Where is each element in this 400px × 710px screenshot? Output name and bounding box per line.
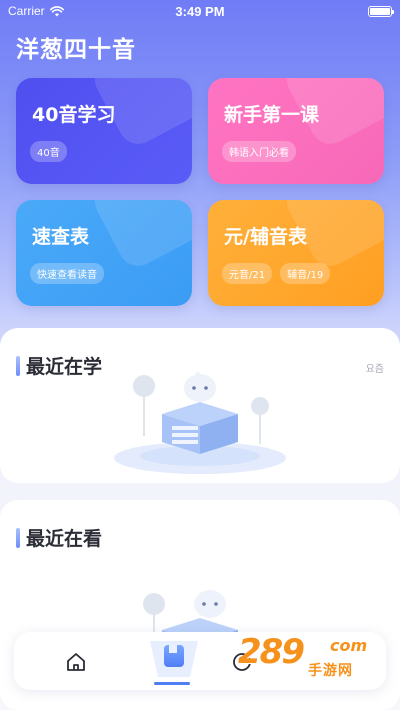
card-quick-reference[interactable]: 速查表 快速查看读音 (16, 200, 192, 306)
card-tag: 快速查看读音 (30, 263, 104, 284)
card-tag: 韩语入门必看 (222, 141, 296, 162)
section-title: 最近在学 (26, 356, 103, 378)
card-title: 元/辅音表 (224, 226, 307, 248)
card-tags: 40音 (30, 141, 67, 162)
section-accent-bar (16, 355, 20, 376)
card-tags: 快速查看读音 (30, 263, 104, 284)
tab-home[interactable] (58, 644, 94, 680)
battery-icon (368, 5, 394, 17)
card-tags: 元音/21 辅音/19 (222, 263, 331, 284)
section-accent-bar (16, 527, 20, 548)
app-title: 洋葱四十音 (16, 37, 136, 63)
wifi-icon (49, 5, 64, 16)
section-header: 最近在看 (16, 524, 102, 551)
card-tag-consonants: 辅音/19 (280, 263, 331, 284)
card-beginner-lesson[interactable]: 新手第一课 韩语入门必看 (208, 78, 384, 184)
card-tag: 40音 (30, 141, 67, 162)
active-tab-indicator (154, 682, 190, 685)
book-icon (150, 641, 198, 677)
card-tags: 韩语入门必看 (222, 141, 296, 162)
carrier-label: Carrier (8, 4, 45, 18)
section-more-link[interactable]: 요즘 (366, 360, 384, 375)
card-40-sounds[interactable]: 40音学习 40音 (16, 78, 192, 184)
tab-study[interactable] (146, 634, 202, 684)
card-title: 40音学习 (32, 104, 116, 126)
section-header: 最近在学 (16, 352, 102, 379)
bottom-tab-bar (14, 632, 386, 690)
card-vowel-consonant-table[interactable]: 元/辅音表 元音/21 辅音/19 (208, 200, 384, 306)
profile-icon (233, 653, 251, 671)
home-icon (67, 653, 85, 671)
card-title: 新手第一课 (224, 104, 320, 126)
recent-study-section: 最近在学 요즘 (0, 328, 400, 483)
status-left: Carrier (8, 4, 64, 18)
card-title: 速查表 (32, 226, 90, 248)
empty-state-illustration (114, 372, 286, 474)
card-tag-vowels: 元音/21 (222, 263, 273, 284)
section-title: 最近在看 (26, 528, 103, 550)
status-bar: Carrier 3:49 PM (0, 0, 400, 22)
tab-profile[interactable] (224, 644, 260, 680)
